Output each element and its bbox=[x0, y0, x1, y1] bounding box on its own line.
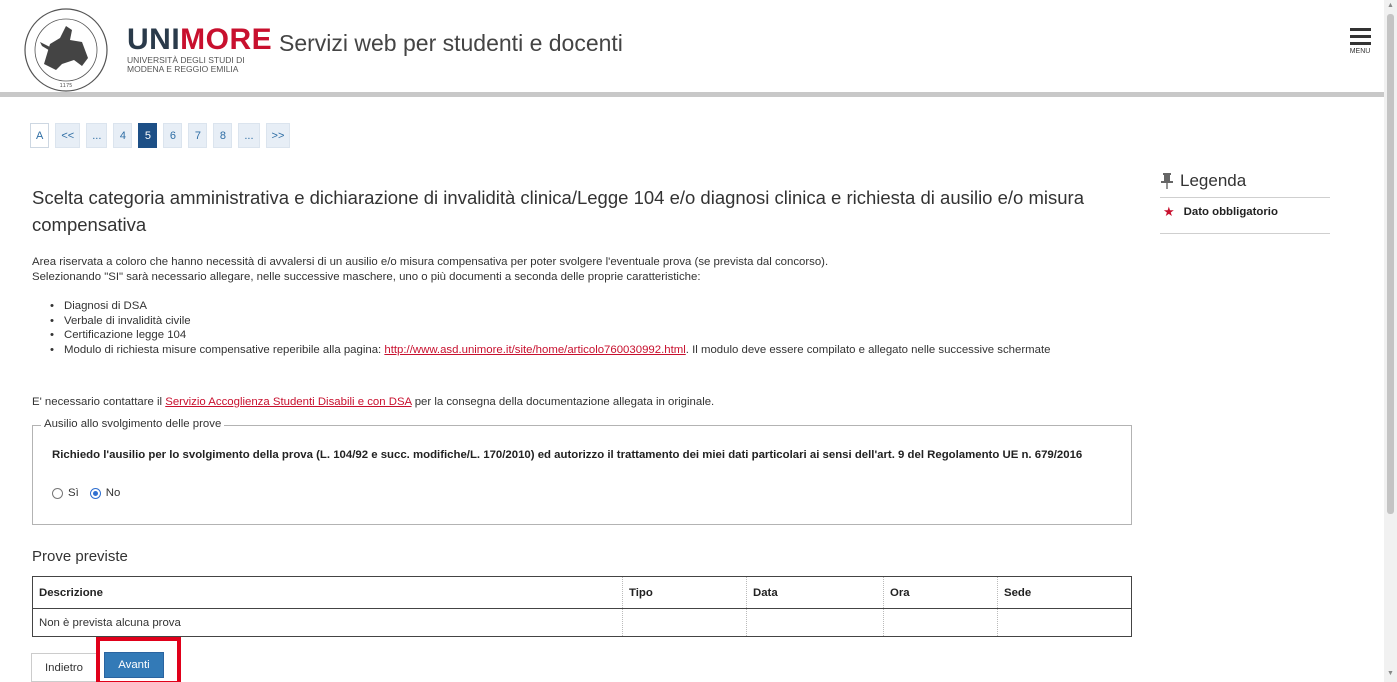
step-pagination: A << ... 4 5 6 7 8 ... >> bbox=[30, 123, 296, 148]
intro-text: Area riservata a coloro che hanno necess… bbox=[32, 256, 829, 283]
back-button[interactable]: Indietro bbox=[31, 653, 97, 682]
pager-item-7[interactable]: 7 bbox=[188, 123, 208, 148]
contact-text: E' necessario contattare il Servizio Acc… bbox=[32, 396, 715, 408]
pager-item-8[interactable]: 8 bbox=[213, 123, 233, 148]
col-descrizione: Descrizione bbox=[32, 576, 623, 609]
asd-article-link[interactable]: http://www.asd.unimore.it/site/home/arti… bbox=[384, 344, 685, 356]
table-header-row: Descrizione Tipo Data Ora Sede bbox=[32, 576, 1132, 609]
pushpin-icon bbox=[1161, 173, 1173, 189]
legend-row-required: ★ Dato obbligatorio bbox=[1160, 198, 1330, 234]
radio-no[interactable] bbox=[89, 487, 101, 499]
fieldset-legend: Ausilio allo svolgimento delle prove bbox=[41, 418, 225, 430]
pager-item-last[interactable]: >> bbox=[265, 123, 291, 148]
pager-item-5-current[interactable]: 5 bbox=[138, 123, 158, 148]
list-item: Modulo di richiesta misure compensative … bbox=[50, 343, 1130, 358]
col-ora: Ora bbox=[883, 576, 998, 609]
col-tipo: Tipo bbox=[622, 576, 747, 609]
menu-button[interactable]: MENU bbox=[1347, 28, 1373, 55]
required-documents-list: Diagnosi di DSA Verbale di invalidità ci… bbox=[50, 299, 1130, 357]
col-data: Data bbox=[746, 576, 884, 609]
prove-table: Descrizione Tipo Data Ora Sede Non è pre… bbox=[32, 576, 1132, 637]
required-star-icon: ★ bbox=[1163, 204, 1175, 219]
pager-item-ellipsis[interactable]: ... bbox=[86, 123, 108, 148]
legend-header: Legenda bbox=[1160, 171, 1330, 198]
disability-service-link[interactable]: Servizio Accoglienza Studenti Disabili e… bbox=[165, 396, 411, 408]
radio-yes[interactable] bbox=[52, 487, 63, 499]
scroll-up-arrow-icon[interactable]: ▲ bbox=[1387, 2, 1394, 9]
radio-yes-label[interactable]: Sì bbox=[68, 487, 79, 499]
col-sede: Sede bbox=[997, 576, 1132, 609]
table-row: Non è prevista alcuna prova bbox=[32, 608, 1132, 637]
assistance-fieldset: Ausilio allo svolgimento delle prove Ric… bbox=[32, 418, 1132, 525]
svg-text:1175: 1175 bbox=[60, 83, 73, 89]
scrollbar-thumb[interactable] bbox=[1387, 14, 1394, 514]
legend-required-label: Dato obbligatorio bbox=[1183, 206, 1278, 218]
highlight-box bbox=[96, 637, 181, 682]
site-title: Servizi web per studenti e docenti bbox=[279, 30, 623, 56]
site-header: 1175 UNIMORE UNIVERSITÀ DEGLI STUDI DI M… bbox=[0, 0, 1384, 97]
legend-title: Legenda bbox=[1180, 171, 1247, 190]
pager-item-6[interactable]: 6 bbox=[163, 123, 183, 148]
radio-no-label[interactable]: No bbox=[106, 487, 121, 499]
vertical-scrollbar[interactable]: ▲ ▼ bbox=[1384, 0, 1397, 682]
brand-subtitle: UNIVERSITÀ DEGLI STUDI DI MODENA E REGGI… bbox=[127, 55, 245, 74]
pager-item-ellipsis[interactable]: ... bbox=[238, 123, 260, 148]
brand-name: UNIMORE bbox=[127, 23, 273, 56]
pager-item-first[interactable]: << bbox=[55, 123, 81, 148]
prove-section-title: Prove previste bbox=[32, 548, 128, 565]
pager-item-a[interactable]: A bbox=[30, 123, 50, 148]
brand-logo[interactable]: UNIMORE UNIVERSITÀ DEGLI STUDI DI MODENA… bbox=[127, 25, 272, 74]
list-item: Diagnosi di DSA bbox=[50, 299, 1130, 314]
assistance-radio-group: Sì No bbox=[52, 487, 131, 499]
page-title: Scelta categoria amministrativa e dichia… bbox=[32, 187, 1084, 235]
list-item: Verbale di invalidità civile bbox=[50, 314, 1130, 329]
list-item: Certificazione legge 104 bbox=[50, 328, 1130, 343]
empty-row-message: Non è prevista alcuna prova bbox=[32, 608, 623, 637]
hamburger-icon bbox=[1349, 28, 1371, 31]
university-seal-logo[interactable]: 1175 bbox=[22, 8, 118, 94]
assistance-question: Richiedo l'ausilio per lo svolgimento de… bbox=[52, 449, 1083, 461]
menu-label: MENU bbox=[1349, 48, 1371, 55]
pager-item-4[interactable]: 4 bbox=[113, 123, 133, 148]
scroll-down-arrow-icon[interactable]: ▼ bbox=[1387, 670, 1394, 677]
legend-panel: Legenda ★ Dato obbligatorio bbox=[1160, 171, 1330, 234]
